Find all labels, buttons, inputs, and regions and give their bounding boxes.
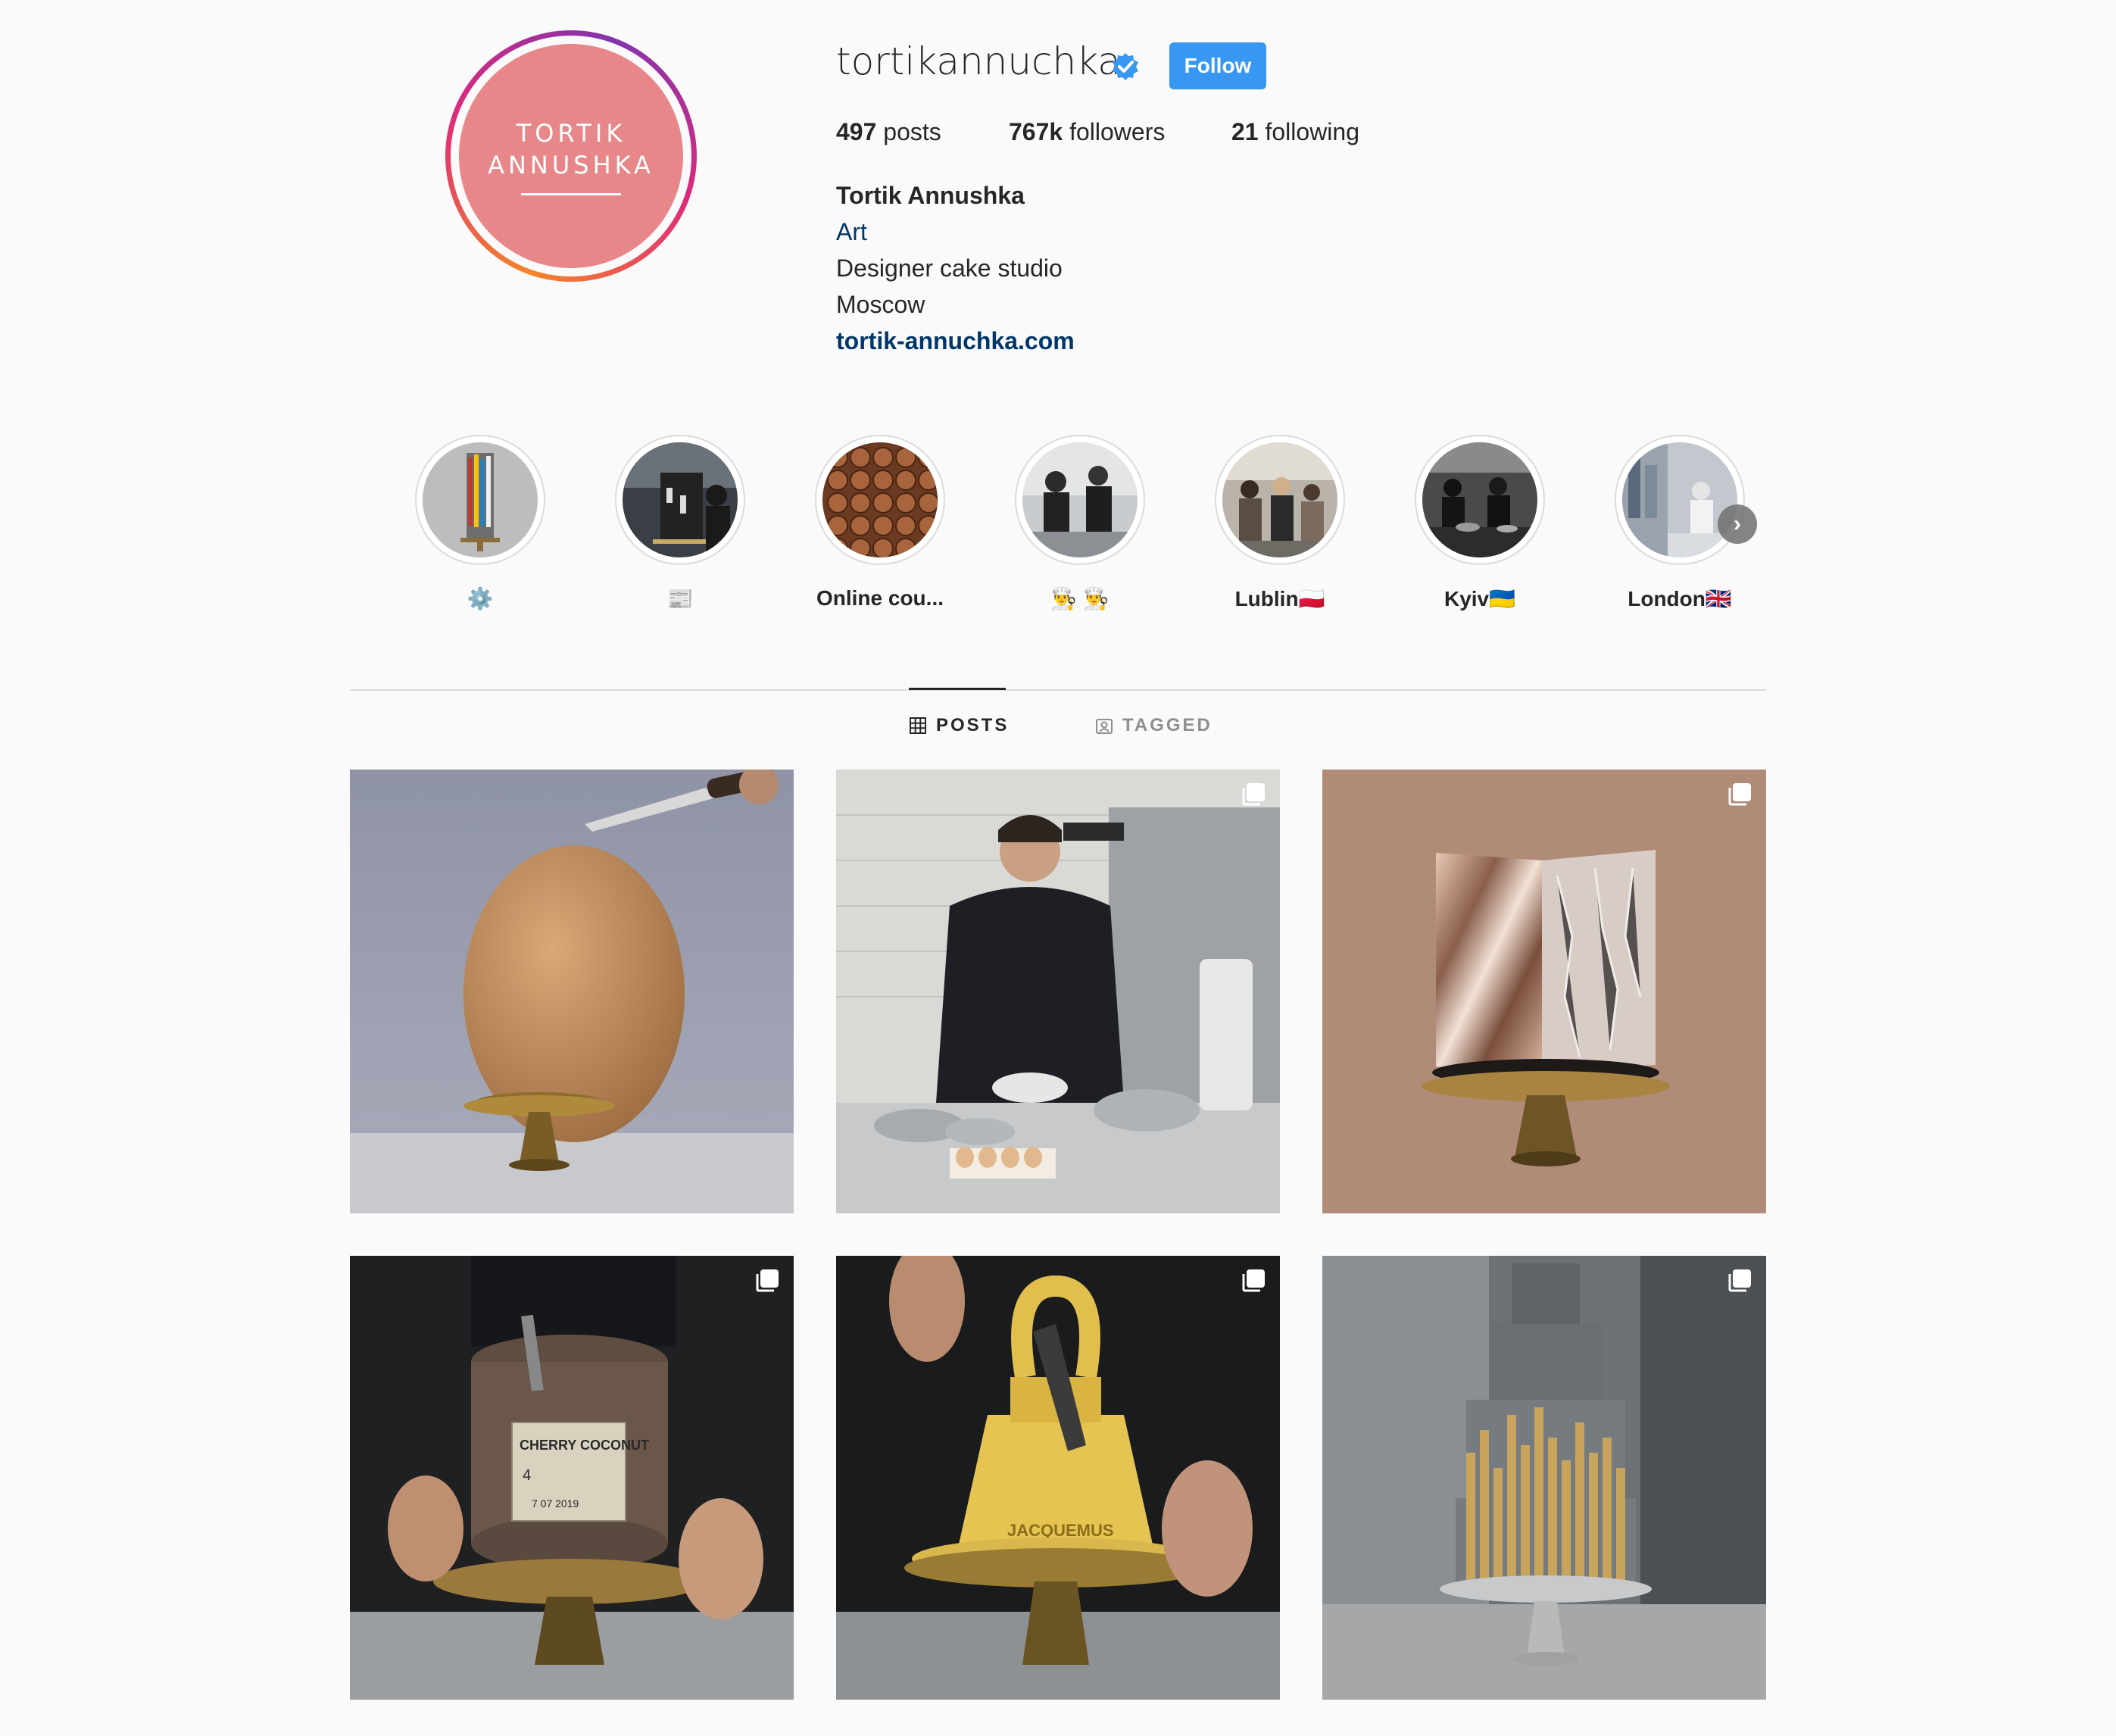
multiple-photos-icon (1728, 1269, 1751, 1292)
post-tile[interactable] (1322, 770, 1766, 1213)
following-count: 21 (1231, 118, 1259, 145)
avatar-logo-rule (521, 192, 621, 195)
profile-description: Designer cake studio (836, 254, 1063, 282)
profile-full-name: Tortik Annushka (836, 182, 1025, 209)
followers-count: 767k (1009, 118, 1063, 145)
highlight-ring (1215, 435, 1345, 565)
highlight-label: Online cou... (816, 586, 944, 610)
highlight-item[interactable]: Lublin🇵🇱 (1189, 435, 1371, 614)
tagged-person-icon (1096, 719, 1113, 734)
post-tile[interactable] (836, 770, 1280, 1213)
profile-website-link[interactable]: tortik-annuchka.com (836, 327, 1075, 355)
highlight-label: London🇬🇧 (1628, 587, 1732, 610)
profile-city: Moscow (836, 291, 925, 318)
multiple-photos-icon (1242, 783, 1265, 806)
post-tile[interactable] (1322, 1256, 1766, 1700)
profile-avatar-ring[interactable]: TORTIK ANNUSHKA (445, 30, 697, 282)
following-label: following (1265, 118, 1359, 145)
followers-label: followers (1069, 118, 1166, 145)
cake-brand-text: JACQUEMUS (1007, 1521, 1114, 1540)
highlight-item[interactable]: 👨‍🍳 👨‍🍳 (989, 435, 1171, 614)
highlight-ring (1015, 435, 1145, 565)
post-image: JACQUEMUS (836, 1256, 1280, 1700)
tab-tagged-label: TAGGED (1122, 715, 1212, 735)
stat-posts[interactable]: 497 posts (836, 118, 941, 146)
highlight-thumbnail (1622, 442, 1737, 557)
tab-posts-label: POSTS (936, 715, 1010, 735)
tab-posts[interactable]: POSTS (909, 715, 1009, 736)
posts-count: 497 (836, 118, 877, 145)
multiple-photos-icon (1242, 1269, 1265, 1292)
avatar-logo-line-2: ANNUSHKA (488, 150, 654, 180)
highlights-next-arrow-icon[interactable]: › (1718, 504, 1757, 544)
post-image: CHERRY COCONUT 4 7 07 2019 (350, 1256, 794, 1700)
follow-button[interactable]: Follow (1169, 42, 1266, 89)
post-image (1322, 770, 1766, 1213)
highlight-thumbnail (1422, 442, 1537, 557)
highlight-item[interactable]: ⚙️ (389, 435, 571, 614)
stat-followers[interactable]: 767k followers (1009, 118, 1165, 146)
stat-following[interactable]: 21 following (1231, 118, 1359, 146)
tab-tagged[interactable]: TAGGED (1095, 715, 1212, 736)
highlight-label: Lublin🇵🇱 (1234, 587, 1325, 610)
can-label-text: CHERRY COCONUT (520, 1438, 649, 1453)
grid-icon (910, 717, 926, 734)
tabs-divider (350, 689, 1766, 691)
highlight-item[interactable]: Kyiv🇺🇦 (1389, 435, 1571, 614)
highlight-thumbnail (1222, 442, 1337, 557)
highlight-item[interactable]: Online cou... (789, 435, 971, 614)
verified-badge-icon (1113, 53, 1138, 80)
highlight-ring (415, 435, 545, 565)
posts-label: posts (883, 118, 941, 145)
highlight-ring (815, 435, 945, 565)
profile-avatar[interactable]: TORTIK ANNUSHKA (459, 44, 683, 268)
highlight-item[interactable]: 📰 (589, 435, 771, 614)
post-image (350, 770, 794, 1213)
post-tile[interactable]: JACQUEMUS (836, 1256, 1280, 1700)
highlight-ring (1415, 435, 1545, 565)
highlight-label: ⚙️ (467, 587, 494, 610)
post-tile[interactable]: CHERRY COCONUT 4 7 07 2019 (350, 1256, 794, 1700)
highlight-thumbnail (1022, 442, 1138, 557)
post-image (1322, 1256, 1766, 1700)
highlight-thumbnail (822, 442, 938, 557)
multiple-photos-icon (756, 1269, 779, 1292)
highlight-ring (615, 435, 745, 565)
highlight-label: 👨‍🍳 👨‍🍳 (1050, 587, 1109, 610)
highlight-thumbnail (423, 442, 538, 557)
can-label-date: 7 07 2019 (532, 1497, 579, 1510)
highlight-ring (1615, 435, 1745, 565)
tab-active-indicator (909, 688, 1006, 690)
can-label-weight: 4 (523, 1467, 531, 1484)
avatar-logo-line-1: TORTIK (516, 118, 626, 148)
multiple-photos-icon (1728, 783, 1751, 806)
highlight-thumbnail (623, 442, 738, 557)
profile-category[interactable]: Art (836, 218, 867, 246)
highlight-label: Kyiv🇺🇦 (1443, 587, 1515, 610)
highlight-label: 📰 (666, 587, 694, 610)
profile-username: tortikannuchka (836, 39, 1121, 83)
post-tile[interactable] (350, 770, 794, 1213)
post-image (836, 770, 1280, 1213)
